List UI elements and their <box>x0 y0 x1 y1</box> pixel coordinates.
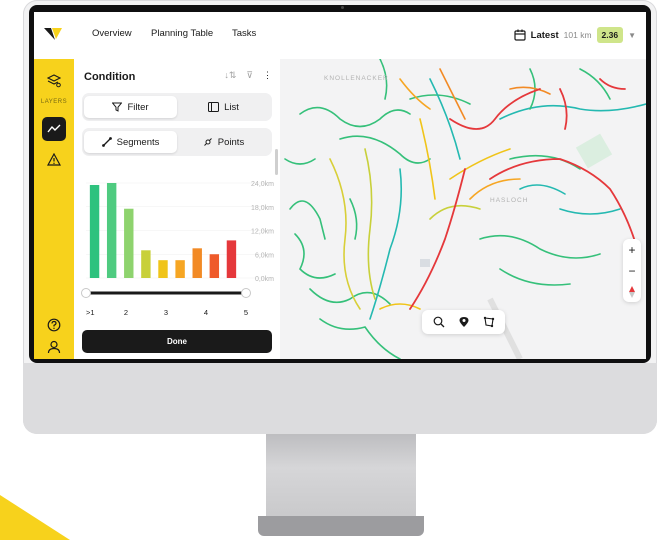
top-bar: Overview Planning Table Tasks Latest 101… <box>34 12 646 60</box>
map-label-knollenacker: KNOLLENACKER <box>324 75 389 82</box>
layers-label: LAYERS <box>40 99 68 105</box>
x-tick-label: 2 <box>124 308 128 317</box>
y-tick-label: 0,0km <box>255 276 274 283</box>
location-pin-icon[interactable] <box>458 316 470 328</box>
map-tools <box>422 310 505 334</box>
filter-icon <box>112 102 123 112</box>
condition-score-badge: 2.36 <box>596 27 624 43</box>
list-icon <box>208 102 220 112</box>
nav-overview[interactable]: Overview <box>92 28 132 39</box>
app-logo-icon[interactable] <box>44 26 62 42</box>
points-button[interactable]: Points <box>177 131 270 153</box>
sort-icon[interactable]: ↓⇅ <box>224 70 236 81</box>
histogram-bar <box>141 250 151 278</box>
condition-panel: Condition ↓⇅ ⊽ ⋮ Filter List Segments Po… <box>74 59 281 359</box>
latest-selector[interactable]: Latest 101 km 2.36 ▼ <box>514 24 636 46</box>
segments-icon <box>101 137 112 147</box>
polygon-select-icon[interactable] <box>483 316 495 328</box>
histogram-bar <box>209 254 220 278</box>
y-tick-label: 6,0km <box>255 252 274 259</box>
monitor-stand <box>266 434 416 518</box>
clear-filter-icon[interactable]: ⊽ <box>246 70 253 81</box>
map-view[interactable]: KNOLLENACKER HASLOCH + − <box>280 59 646 359</box>
zoom-controls: + − <box>623 239 641 302</box>
search-icon[interactable] <box>433 316 445 328</box>
histogram-bar <box>175 260 185 278</box>
range-slider-min-handle[interactable] <box>81 288 91 298</box>
monitor-chin <box>23 363 657 434</box>
left-rail: LAYERS <box>34 59 74 359</box>
condition-histogram: 24,0km 18,0km 12,0km 6,0km 0,0km >1 2 3 4 5 <box>81 181 274 317</box>
warning-icon[interactable] <box>44 149 64 169</box>
map-label-hasloch: HASLOCH <box>490 197 529 204</box>
y-tick-label: 18,0km <box>251 205 274 212</box>
calendar-icon <box>514 29 526 41</box>
histogram-bar <box>89 184 100 278</box>
filter-label: Filter <box>127 101 149 113</box>
nav-planning-table[interactable]: Planning Table <box>151 28 213 39</box>
histogram-bar <box>226 240 237 278</box>
monitor-foot <box>258 516 424 536</box>
y-tick-label: 24,0km <box>251 181 274 188</box>
list-button[interactable]: List <box>177 96 270 118</box>
nav-tasks[interactable]: Tasks <box>232 28 256 39</box>
condition-layer-icon[interactable] <box>42 117 66 141</box>
layers-settings-icon[interactable] <box>44 71 64 91</box>
panel-scrollbar[interactable] <box>275 149 278 175</box>
done-button[interactable]: Done <box>82 330 272 353</box>
latest-label: Latest <box>530 29 559 41</box>
segments-button[interactable]: Segments <box>84 131 177 153</box>
camera-dot <box>341 6 344 9</box>
compass-icon <box>629 285 635 298</box>
view-toggle: Filter List <box>82 93 272 121</box>
compass-button[interactable] <box>623 281 641 302</box>
x-tick-label: 3 <box>164 308 168 317</box>
histogram-bar <box>192 248 202 278</box>
help-icon[interactable] <box>44 315 64 335</box>
zoom-in-button[interactable]: + <box>623 239 641 260</box>
list-label: List <box>224 101 239 113</box>
segments-label: Segments <box>116 136 160 148</box>
histogram-bar <box>158 260 168 278</box>
range-slider-max-handle[interactable] <box>241 288 251 298</box>
panel-title: Condition <box>84 71 136 83</box>
x-tick-label: >1 <box>86 308 95 317</box>
chevron-down-icon[interactable]: ▼ <box>628 31 636 40</box>
histogram-bar <box>124 208 134 278</box>
app-screen: Overview Planning Table Tasks Latest 101… <box>34 12 646 359</box>
y-tick-label: 12,0km <box>251 229 274 236</box>
panel-tools: ↓⇅ ⊽ ⋮ <box>224 70 272 81</box>
zoom-out-button[interactable]: − <box>623 260 641 281</box>
x-tick-label: 5 <box>244 308 248 317</box>
geometry-toggle: Segments Points <box>82 128 272 156</box>
filter-button[interactable]: Filter <box>84 96 177 118</box>
x-tick-label: 4 <box>204 308 208 317</box>
more-icon[interactable]: ⋮ <box>263 70 272 81</box>
latest-distance: 101 km <box>563 30 592 40</box>
points-icon <box>203 138 212 146</box>
histogram-bar <box>106 183 117 278</box>
points-label: Points <box>217 136 245 148</box>
decorative-corner <box>0 495 70 540</box>
user-icon[interactable] <box>44 337 64 357</box>
